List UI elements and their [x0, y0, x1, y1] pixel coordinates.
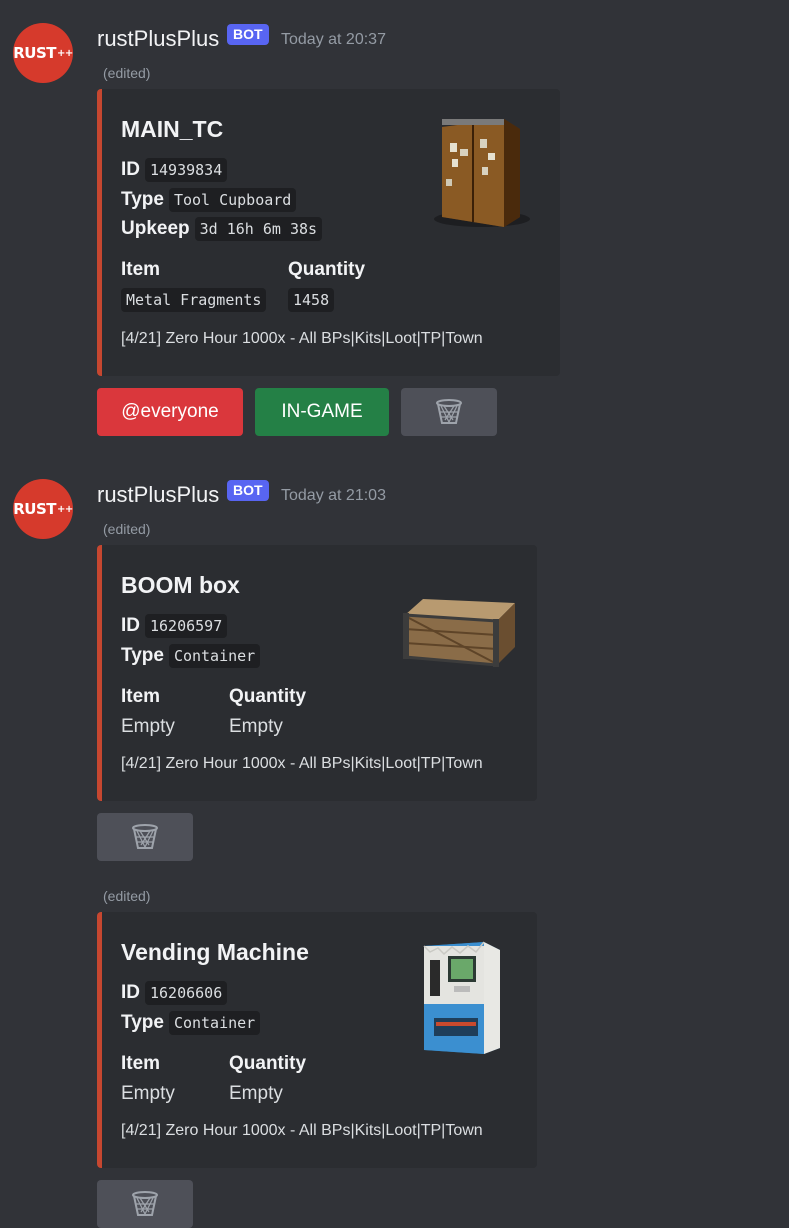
edited-label: (edited)	[103, 521, 151, 537]
bot-badge: BOT	[227, 24, 269, 45]
upkeep-value: 3d 16h 6m 38s	[194, 217, 323, 241]
embed-footer: [4/21] Zero Hour 1000x - All BPs|Kits|Lo…	[121, 1122, 483, 1139]
type-value: Container	[168, 644, 261, 668]
timestamp: Today at 21:03	[281, 487, 386, 504]
quantity-value-code: 1458	[288, 288, 335, 312]
upkeep-field: Upkeep 3d 16h 6m 38s	[121, 217, 323, 241]
item-value: Metal Fragments	[121, 288, 267, 312]
delete-button[interactable]	[97, 1180, 193, 1228]
item-header: Item	[121, 686, 161, 707]
message-2: RUST ++ rustPlusPlus BOT Today at 21:03 (…	[0, 460, 789, 870]
avatar-sup: ++	[57, 47, 73, 59]
type-label: Type	[121, 645, 164, 666]
type-value: Tool Cupboard	[168, 188, 297, 212]
quantity-value: Empty	[229, 1083, 283, 1104]
type-field: Type Container	[121, 644, 261, 668]
avatar[interactable]: RUST ++	[13, 479, 73, 539]
trash-basket-icon	[436, 399, 462, 424]
delete-button[interactable]	[97, 813, 193, 861]
embed-footer: [4/21] Zero Hour 1000x - All BPs|Kits|Lo…	[121, 755, 483, 772]
type-field: Type Tool Cupboard	[121, 188, 297, 212]
bot-badge: BOT	[227, 480, 269, 501]
id-field: ID 16206606	[121, 981, 228, 1005]
avatar-text: RUST	[13, 500, 56, 518]
id-label: ID	[121, 982, 140, 1003]
everyone-button[interactable]: @everyone	[97, 388, 243, 436]
embed-card: MAIN_TC ID 14939834 Type Tool Cupboard Upk…	[97, 89, 560, 376]
vending-machine-image	[423, 941, 500, 1054]
id-label: ID	[121, 615, 140, 636]
id-value: 16206606	[145, 981, 228, 1005]
id-field: ID 16206597	[121, 614, 228, 638]
type-field: Type Container	[121, 1011, 261, 1035]
item-header: Item	[121, 259, 161, 280]
item-value: Empty	[121, 1083, 175, 1104]
item-value: Empty	[121, 716, 175, 737]
timestamp: Today at 20:37	[281, 31, 386, 48]
quantity-value: Empty	[229, 716, 283, 737]
trash-basket-icon	[132, 824, 158, 849]
quantity-header: Quantity	[229, 686, 307, 707]
id-value: 16206597	[145, 614, 228, 638]
trash-basket-icon	[132, 1191, 158, 1216]
avatar[interactable]: RUST ++	[13, 23, 73, 83]
embed-footer: [4/21] Zero Hour 1000x - All BPs|Kits|Lo…	[121, 330, 483, 347]
type-value: Container	[168, 1011, 261, 1035]
username[interactable]: rustPlusPlus	[97, 26, 219, 52]
id-field: ID 14939834	[121, 158, 228, 182]
embed-card: Vending Machine ID 16206606 Type Container…	[97, 912, 537, 1168]
id-label: ID	[121, 159, 140, 180]
quantity-value: 1458	[288, 288, 335, 312]
item-value-code: Metal Fragments	[121, 288, 267, 312]
embed-title: BOOM box	[121, 572, 240, 598]
in-game-button[interactable]: IN-GAME	[255, 388, 389, 436]
edited-label: (edited)	[103, 888, 151, 904]
upkeep-label: Upkeep	[121, 218, 190, 239]
delete-button[interactable]	[401, 388, 497, 436]
type-label: Type	[121, 1012, 164, 1033]
embed-card: BOOM box ID 16206597 Type Container Item Q…	[97, 545, 537, 801]
embed-title: Vending Machine	[121, 939, 309, 965]
message-1: RUST ++ rustPlusPlus BOT Today at 20:37 (…	[0, 0, 789, 460]
username[interactable]: rustPlusPlus	[97, 482, 219, 508]
tool-cupboard-image	[434, 119, 530, 227]
id-value: 14939834	[145, 158, 228, 182]
avatar-sup: ++	[57, 503, 73, 515]
quantity-header: Quantity	[229, 1053, 307, 1074]
message-3: (edited) Vending Machine ID 16206606 Type…	[0, 870, 789, 1228]
avatar-text: RUST	[13, 44, 56, 62]
embed-title: MAIN_TC	[121, 116, 224, 142]
item-header: Item	[121, 1053, 161, 1074]
quantity-header: Quantity	[288, 259, 366, 280]
type-label: Type	[121, 189, 164, 210]
edited-label: (edited)	[103, 65, 151, 81]
wooden-box-image	[403, 599, 515, 667]
